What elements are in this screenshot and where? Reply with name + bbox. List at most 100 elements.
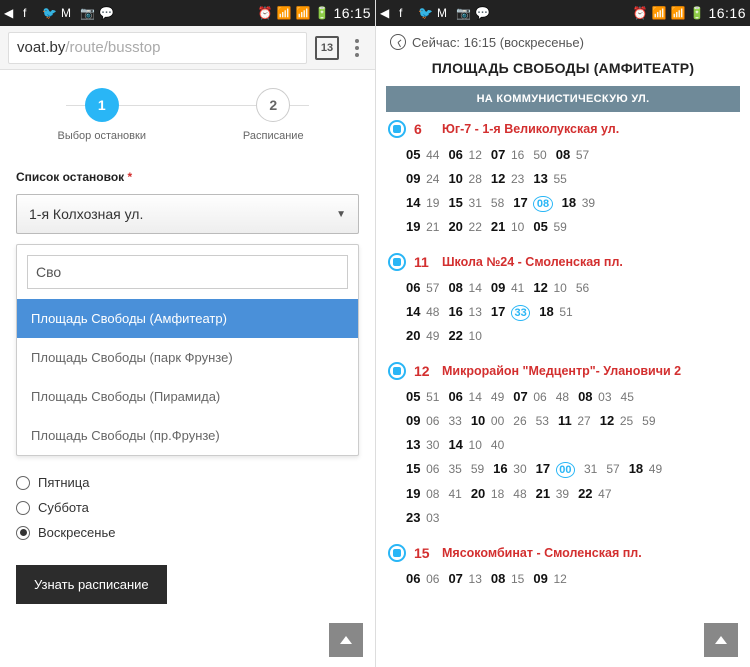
time-hour: 17 — [491, 304, 505, 319]
time-minute: 56 — [576, 281, 589, 295]
time-hour: 09 — [406, 413, 420, 428]
notif-icon: M — [61, 6, 75, 20]
url-bar[interactable]: voat.by/route/busstop — [8, 32, 307, 64]
bus-icon — [388, 253, 406, 271]
notif-icon: 💬 — [475, 6, 489, 20]
time-minute: 39 — [582, 196, 595, 210]
time-minute: 33 — [511, 305, 530, 321]
time-hour: 07 — [513, 389, 527, 404]
time-minute: 51 — [559, 305, 572, 319]
time-hour: 13 — [406, 437, 420, 452]
bus-icon — [388, 362, 406, 380]
time-hour: 09 — [491, 280, 505, 295]
scroll-top-button[interactable] — [329, 623, 363, 657]
chevron-down-icon: ▼ — [336, 209, 346, 220]
time-minute: 24 — [426, 172, 439, 186]
time-hour: 21 — [491, 219, 505, 234]
time-minute: 50 — [533, 148, 546, 162]
time-minute: 25 — [620, 414, 633, 428]
time-minute: 59 — [553, 220, 566, 234]
day-radio-saturday[interactable]: Суббота — [16, 495, 359, 520]
time-hour: 09 — [406, 171, 420, 186]
notif-icon: 🐦 — [418, 6, 432, 20]
time-hour: 06 — [406, 280, 420, 295]
time-minute: 06 — [426, 462, 439, 476]
time-minute: 12 — [469, 148, 482, 162]
battery-icon: 🔋 — [689, 6, 703, 20]
time-minute: 19 — [426, 196, 439, 210]
overflow-menu-button[interactable] — [347, 39, 367, 57]
scroll-top-button[interactable] — [704, 623, 738, 657]
stops-search-input[interactable]: Сво — [27, 255, 348, 289]
time-minute: 48 — [556, 390, 569, 404]
route-head[interactable]: 11Школа №24 - Смоленская пл. — [386, 249, 740, 276]
time-hour: 19 — [406, 486, 420, 501]
time-minute: 06 — [426, 572, 439, 586]
stops-option[interactable]: Площадь Свободы (Пирамида) — [17, 377, 358, 416]
route-head[interactable]: 6Юг-7 - 1-я Великолукская ул. — [386, 116, 740, 143]
current-time-text: Сейчас: 16:15 (воскресенье) — [412, 35, 584, 50]
time-hour: 06 — [406, 571, 420, 586]
statusbar-right: ◀ f 🐦 M 📷 💬 ⏰ 📶 📶 🔋 16:16 — [376, 0, 750, 26]
route-number: 6 — [414, 121, 434, 137]
step-1[interactable]: 1 Выбор остановки — [16, 88, 188, 142]
time-hour: 14 — [448, 437, 462, 452]
stops-option[interactable]: Площадь Свободы (пр.Фрунзе) — [17, 416, 358, 455]
time-hour: 18 — [539, 304, 553, 319]
time-minute: 23 — [511, 172, 524, 186]
time-hour: 09 — [533, 571, 547, 586]
route-block: 11Школа №24 - Смоленская пл.06 5708 1409… — [386, 249, 740, 354]
time-minute: 57 — [606, 462, 619, 476]
time-hour: 15 — [448, 195, 462, 210]
browser-chrome: voat.by/route/busstop 13 — [0, 26, 375, 70]
time-hour: 17 — [536, 461, 550, 476]
time-minute: 31 — [584, 462, 597, 476]
stops-dropdown: Сво Площадь Свободы (Амфитеатр) Площадь … — [16, 244, 359, 456]
time-hour: 22 — [448, 328, 462, 343]
wifi-icon: 📶 — [276, 6, 290, 20]
time-minute: 44 — [426, 148, 439, 162]
time-hour: 12 — [491, 171, 505, 186]
step-2[interactable]: 2 Расписание — [188, 88, 360, 142]
time-minute: 48 — [426, 305, 439, 319]
statusbar-system-icons: ⏰ 📶 📶 🔋 16:15 — [257, 5, 371, 21]
route-head[interactable]: 12Микрорайон "Медцентр"- Улановичи 2 — [386, 358, 740, 385]
alarm-icon: ⏰ — [257, 6, 271, 20]
time-minute: 15 — [511, 572, 524, 586]
current-time-row: Сейчас: 16:15 (воскресенье) — [386, 34, 740, 50]
time-hour: 19 — [406, 219, 420, 234]
route-block: 15Мясокомбинат - Смоленская пл.06 0607 1… — [386, 540, 740, 597]
statusbar-notification-icons: ◀ f 🐦 M 📷 💬 — [380, 6, 489, 20]
bus-icon — [388, 120, 406, 138]
notif-icon: 📷 — [80, 6, 94, 20]
time-hour: 08 — [448, 280, 462, 295]
radio-icon — [16, 476, 30, 490]
time-minute: 08 — [426, 487, 439, 501]
time-minute: 41 — [511, 281, 524, 295]
day-radio-friday[interactable]: Пятница — [16, 470, 359, 495]
stops-select[interactable]: 1-я Колхозная ул. ▼ — [16, 194, 359, 234]
signal-icon: 📶 — [670, 6, 684, 20]
phone-left: ◀ f 🐦 M 📷 💬 ⏰ 📶 📶 🔋 16:15 voat.by/route/… — [0, 0, 375, 667]
time-minute: 03 — [426, 511, 439, 525]
time-hour: 11 — [558, 413, 572, 428]
time-minute: 58 — [491, 196, 504, 210]
time-minute: 12 — [553, 572, 566, 586]
stops-option[interactable]: Площадь Свободы (Амфитеатр) — [17, 299, 358, 338]
stops-option[interactable]: Площадь Свободы (парк Фрунзе) — [17, 338, 358, 377]
time-minute: 16 — [511, 148, 524, 162]
submit-button[interactable]: Узнать расписание — [16, 565, 167, 604]
route-number: 11 — [414, 254, 434, 270]
day-radio-sunday[interactable]: Воскресенье — [16, 520, 359, 545]
stops-select-value: 1-я Колхозная ул. — [29, 206, 143, 222]
time-minute: 30 — [513, 462, 526, 476]
time-minute: 03 — [598, 390, 611, 404]
time-minute: 47 — [598, 487, 611, 501]
time-hour: 07 — [491, 147, 505, 162]
url-path: /route/busstop — [65, 39, 160, 56]
time-hour: 12 — [533, 280, 547, 295]
statusbar-notification-icons: ◀ f 🐦 M 📷 💬 — [4, 6, 113, 20]
tab-count-button[interactable]: 13 — [315, 36, 339, 60]
time-minute: 22 — [469, 220, 482, 234]
route-head[interactable]: 15Мясокомбинат - Смоленская пл. — [386, 540, 740, 567]
